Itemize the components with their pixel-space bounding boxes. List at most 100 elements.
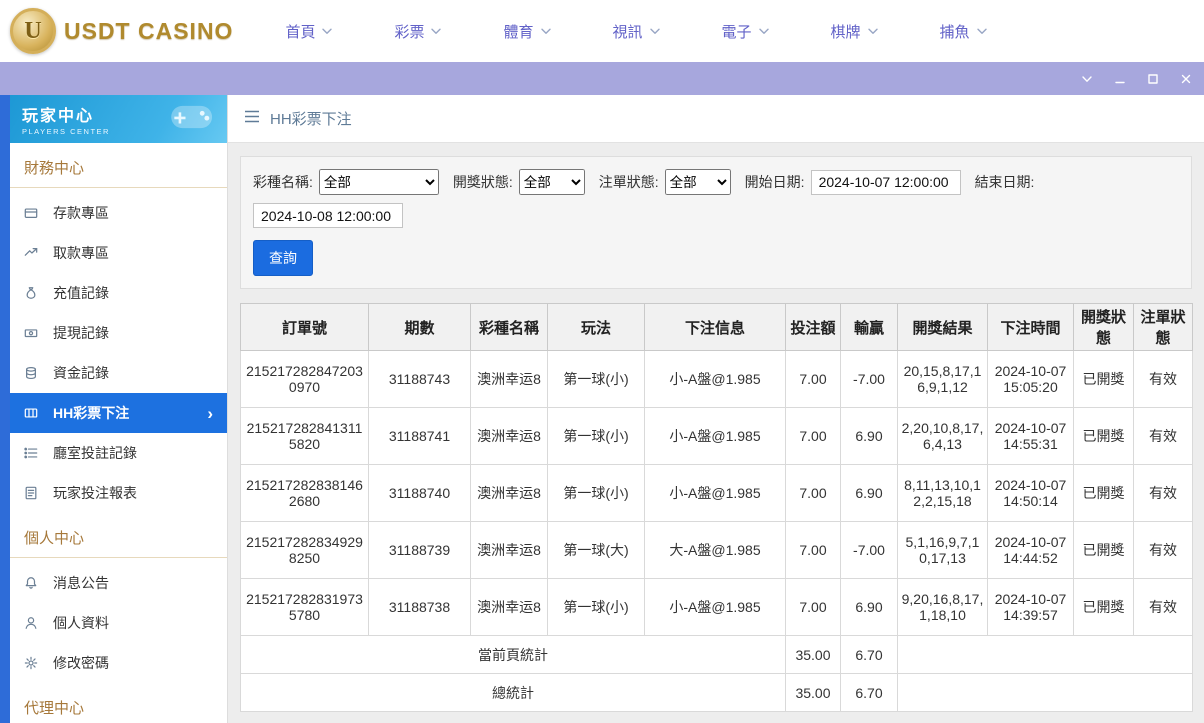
summary-winloss: 6.70 [840,635,898,674]
summary-row: 當前頁統計 35.00 6.70 [240,635,1193,674]
filter-label-lottery-name: 彩種名稱: [253,174,313,190]
column-header: 玩法 [547,303,645,351]
cell-9: 已開獎 [1073,464,1134,522]
table-row: 2152172828381462680 31188740 澳洲幸运8 第一球(小) 小-… [240,464,1193,522]
cell-10: 有效 [1133,464,1193,522]
sidebar-item-profile[interactable]: 個人資料 [10,603,227,643]
column-header: 彩種名稱 [470,303,548,351]
cell-2: 澳洲幸运8 [470,350,548,408]
draw-status-select[interactable]: 全部 [518,169,585,195]
cell-8: 2024-10-07 14:50:14 [987,464,1074,522]
close-icon[interactable] [1178,71,1194,87]
cell-8: 2024-10-07 14:39:57 [987,578,1074,636]
chevron-down-icon [649,28,660,35]
chevron-down-icon [867,28,878,35]
top-navigation-bar: U USDT CASINO 首頁 彩票 體育 視訊 電子 棋牌 捕魚 [0,0,1204,62]
cell-2: 澳洲幸运8 [470,464,548,522]
chevron-right-icon: › [207,403,213,423]
cell-3: 第一球(小) [547,350,645,408]
maximize-icon[interactable] [1145,71,1161,87]
cell-10: 有效 [1133,350,1193,408]
filter-label-start-date: 開始日期: [744,174,805,190]
cell-10: 有效 [1133,521,1193,579]
nav-item-lottery[interactable]: 彩票 [394,21,442,42]
minimize-icon[interactable] [1112,71,1128,87]
sidebar-item-funds-records[interactable]: 資金記錄 [10,353,227,393]
sidebar-item-label: 充值記錄 [53,285,109,301]
gamepad-icon [169,104,215,135]
sidebar-item-label: 取款專區 [53,245,109,261]
cell-6: 6.90 [840,407,898,465]
nav-item-label: 棋牌 [830,23,861,41]
search-button[interactable]: 查詢 [253,240,313,276]
sidebar-item-withdraw-zone[interactable]: 取款專區 [10,233,227,273]
menu-icon[interactable] [244,110,260,127]
nav-item-label: 彩票 [394,23,425,41]
table-row: 2152172828319735780 31188738 澳洲幸运8 第一球(小) 小-… [240,578,1193,636]
cell-4: 大-A盤@1.985 [644,521,786,579]
table-row: 2152172828349298250 31188739 澳洲幸运8 第一球(大) 大-… [240,521,1193,579]
sidebar-item-label: 廳室投註記錄 [53,445,137,461]
nav-item-slots[interactable]: 電子 [722,21,769,42]
cell-0: 2152172828319735780 [240,578,369,636]
column-header: 下注信息 [644,303,786,351]
table-header-row: 訂單號 期數 彩種名稱 玩法 下注信息 投注額 輸贏 開獎結果 下注時間 開獎狀態 注單狀態 [240,303,1193,351]
cell-10: 有效 [1133,578,1193,636]
nav-item-cards[interactable]: 棋牌 [831,21,878,42]
main-nav: 首頁 彩票 體育 視訊 電子 棋牌 捕魚 [285,21,987,42]
sidebar-item-hh-lottery-bets[interactable]: HH彩票下注 › [10,393,227,433]
nav-item-sports[interactable]: 體育 [503,21,551,42]
nav-item-fishing[interactable]: 捕魚 [940,21,987,42]
column-header: 下注時間 [987,303,1074,351]
recharge-icon [24,285,40,301]
cell-6: -7.00 [840,350,898,408]
cell-1: 31188740 [368,464,471,522]
sidebar-section-title: 代理中心 [10,683,227,723]
nav-item-home[interactable]: 首頁 [285,21,333,42]
page-header: HH彩票下注 [228,95,1204,143]
sidebar-item-announcements[interactable]: 消息公告 [10,563,227,603]
sidebar-item-change-password[interactable]: 修改密碼 [10,643,227,683]
cell-6: 6.90 [840,578,898,636]
sidebar-item-label: 個人資料 [53,615,109,631]
nav-item-video[interactable]: 視訊 [613,21,660,42]
left-edge-strip [0,95,10,723]
cell-4: 小-A盤@1.985 [644,578,786,636]
start-date-input[interactable] [810,169,961,195]
main-content: HH彩票下注 彩種名稱:全部開獎狀態:全部注單狀態:全部開始日期:結束日期: 查… [228,95,1204,723]
sidebar-item-label: 玩家投注報表 [53,485,137,501]
sidebar-item-hall-bet-records[interactable]: 廳室投註記錄 [10,433,227,473]
chevron-down-icon[interactable] [1079,71,1095,87]
summary-label: 總統計 [240,673,786,712]
cell-9: 已開獎 [1073,350,1134,408]
chevron-down-icon [758,28,769,35]
sidebar-item-recharge-records[interactable]: 充值記錄 [10,273,227,313]
nav-item-label: 電子 [721,23,752,41]
column-header: 注單狀態 [1133,303,1193,351]
cell-1: 31188741 [368,407,471,465]
cell-7: 8,11,13,10,12,2,15,18 [897,464,988,522]
end-date-input[interactable] [253,203,403,228]
cell-1: 31188738 [368,578,471,636]
sidebar-item-player-bet-report[interactable]: 玩家投注報表 [10,473,227,513]
cell-1: 31188743 [368,350,471,408]
column-header: 投注額 [785,303,841,351]
column-header: 期數 [368,303,471,351]
sidebar-section-title: 財務中心 [10,143,227,188]
chevron-down-icon [976,28,987,35]
cell-10: 有效 [1133,407,1193,465]
sidebar-item-label: 消息公告 [53,575,109,591]
cell-4: 小-A盤@1.985 [644,407,786,465]
sidebar-item-withdraw-records[interactable]: 提現記錄 [10,313,227,353]
funds-icon [24,365,40,381]
brand-logo[interactable]: U USDT CASINO [10,8,233,54]
summary-winloss: 6.70 [840,673,898,712]
cell-9: 已開獎 [1073,521,1134,579]
sidebar-item-deposit-zone[interactable]: 存款專區 [10,193,227,233]
sidebar-title: 玩家中心 [22,108,95,125]
cell-5: 7.00 [785,350,841,408]
sidebar-header: 玩家中心 PLAYERS CENTER [10,95,227,143]
lottery-name-select[interactable]: 全部 [318,169,439,195]
order-status-select[interactable]: 全部 [664,169,731,195]
cell-0: 2152172828472030970 [240,350,369,408]
